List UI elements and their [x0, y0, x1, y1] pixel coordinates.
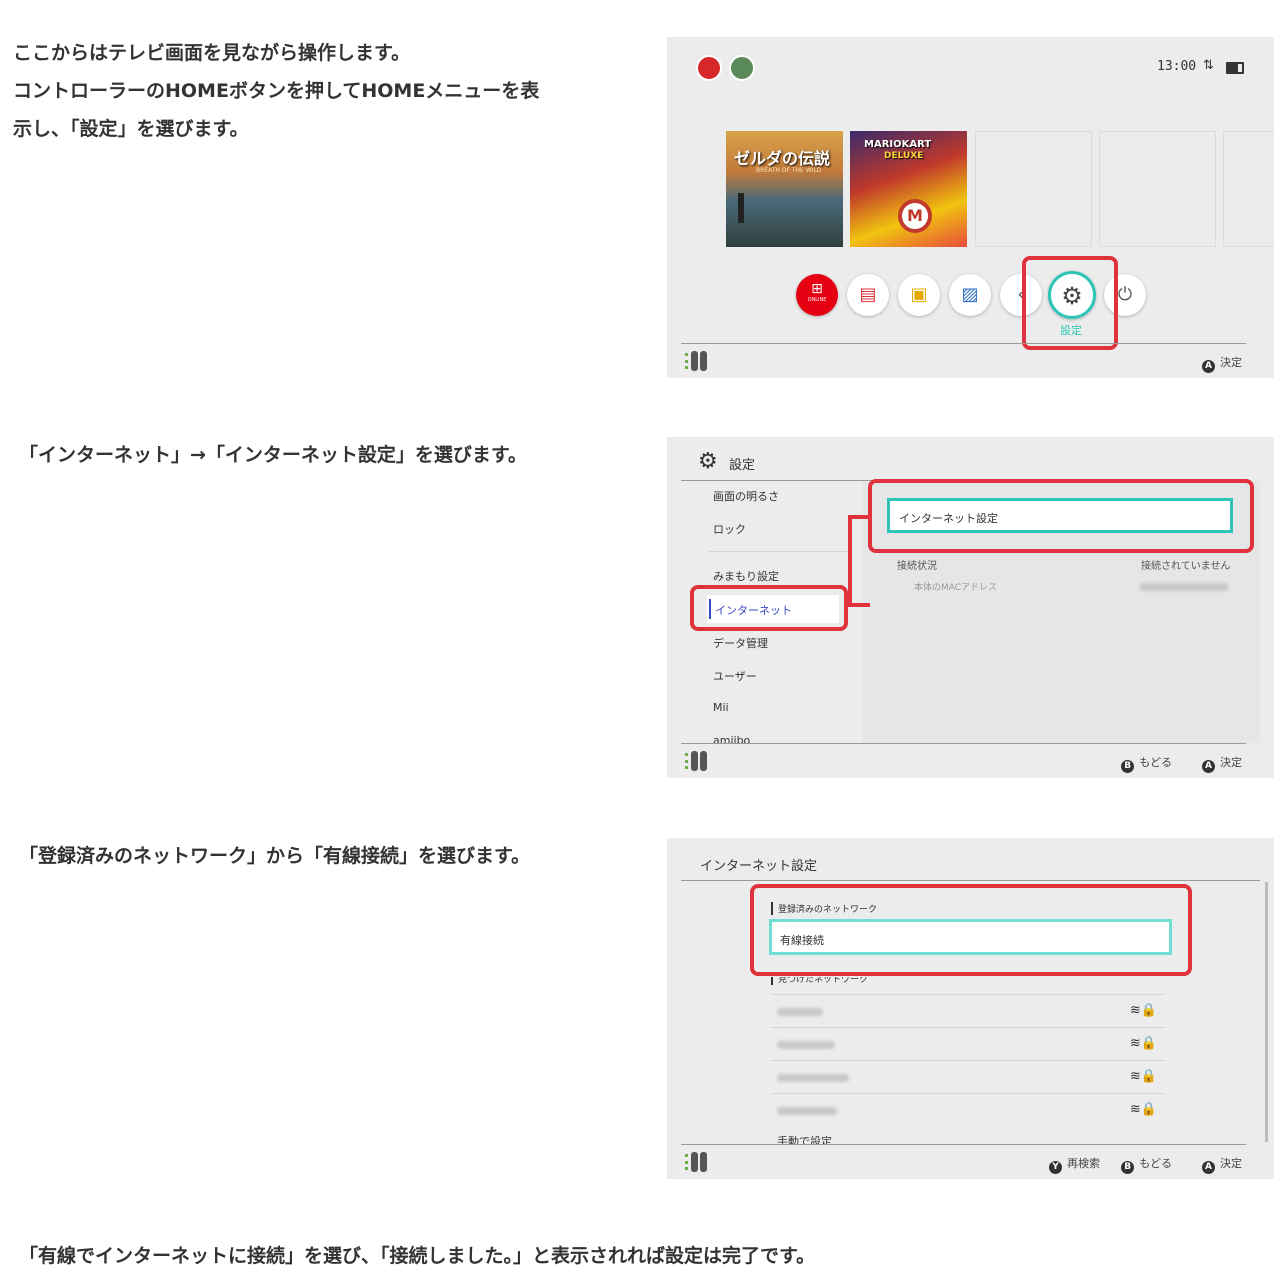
game-tile-zelda[interactable]: ゼルダの伝説 BREATH OF THE WILD: [726, 131, 843, 247]
sidebar-item-users[interactable]: ユーザー: [713, 668, 757, 684]
highlight-internet-sidebar: [690, 585, 848, 631]
news-icon[interactable]: ▤: [847, 274, 889, 316]
album-icon[interactable]: ▨: [949, 274, 991, 316]
header-divider: [681, 880, 1260, 881]
hint-confirm: A 決定: [1202, 754, 1242, 773]
found-header: 見つけたネットワーク: [771, 977, 868, 985]
highlight-settings: [1022, 256, 1118, 350]
scrollbar[interactable]: [1265, 882, 1268, 1142]
joycon-icon: [685, 351, 709, 371]
sidebar-item-parental[interactable]: みまもり設定: [713, 568, 779, 584]
clock: 13:00: [1157, 59, 1197, 74]
b-button-icon: B: [1121, 760, 1135, 773]
status-label: 接続状況: [897, 561, 937, 572]
game-subtitle: DELUXE: [884, 151, 924, 161]
settings-title: 設定: [729, 458, 756, 473]
wifi-icon: ⇅: [1203, 58, 1214, 73]
highlight-wired-connection: [750, 884, 1192, 976]
sidebar-item-mii[interactable]: Mii: [713, 701, 729, 714]
status-value: 接続されていません: [1141, 561, 1231, 572]
home-menu-screenshot: 13:00 ⇅ ゼルダの伝説 BREATH OF THE WILD MARIOK…: [667, 37, 1274, 378]
empty-tile: [1223, 131, 1274, 247]
step2-instructions: 「インターネット」→「インターネット設定」を選びます。: [19, 444, 528, 466]
wifi-lock-icon: ≋🔒: [1129, 1036, 1157, 1051]
battery-icon: [1226, 62, 1244, 74]
b-button-icon: B: [1121, 1161, 1135, 1174]
sidebar-divider: [709, 551, 849, 552]
step4-instructions: 「有線でインターネットに接続」を選び、「接続しました。」と表示されれば設定は完了…: [19, 1245, 816, 1267]
network-row[interactable]: ≋🔒: [771, 1093, 1165, 1127]
settings-screenshot: ⚙ 設定 画面の明るさ ロック みまもり設定 インターネット データ管理 ユーザ…: [667, 437, 1274, 778]
internet-settings-screenshot: インターネット設定 登録済みのネットワーク 有線接続 見つけたネットワーク ≋🔒…: [667, 838, 1274, 1179]
nintendo-online-icon[interactable]: ⊞ ONLINE: [796, 274, 838, 316]
network-row[interactable]: ≋🔒: [771, 1060, 1165, 1094]
mac-label: 本体のMACアドレス: [914, 583, 998, 593]
game-title: ゼルダの伝説: [734, 149, 831, 168]
hint-back: B もどる: [1121, 1155, 1172, 1174]
step1-line: ここからはテレビ画面を見ながら操作します。: [13, 42, 411, 64]
wifi-lock-icon: ≋🔒: [1129, 1003, 1157, 1018]
sidebar-item-brightness[interactable]: 画面の明るさ: [713, 488, 779, 504]
hint-confirm: A 決定: [1202, 354, 1242, 373]
user-avatar-link[interactable]: [729, 55, 755, 81]
empty-tile: [975, 131, 1092, 247]
settings-gear-icon: ⚙: [698, 449, 718, 474]
wifi-lock-icon: ≋🔒: [1129, 1102, 1157, 1117]
hint-research: Y 再検索: [1049, 1155, 1100, 1174]
mac-value-blurred: [1139, 583, 1229, 591]
game-subtitle: BREATH OF THE WILD: [756, 167, 822, 174]
game-tile-mariokart[interactable]: MARIOKART DELUXE M: [850, 131, 967, 247]
y-button-icon: Y: [1049, 1161, 1062, 1174]
hint-back: B もどる: [1121, 754, 1172, 773]
internet-footer: Y 再検索 B もどる A 決定: [681, 1144, 1246, 1179]
a-button-icon: A: [1202, 1161, 1215, 1174]
step1-line: 示し、「設定」を選びます。: [13, 118, 249, 140]
wifi-lock-icon: ≋🔒: [1129, 1069, 1157, 1084]
settings-footer: B もどる A 決定: [681, 743, 1246, 778]
network-row[interactable]: ≋🔒: [771, 994, 1165, 1028]
hint-confirm: A 決定: [1202, 1155, 1242, 1174]
sidebar-item-lock[interactable]: ロック: [713, 521, 746, 537]
a-button-icon: A: [1202, 760, 1215, 773]
step3-instructions: 「登録済みのネットワーク」から「有線接続」を選びます。: [19, 845, 531, 867]
game-title: MARIOKART: [864, 139, 932, 150]
a-button-icon: A: [1202, 360, 1215, 373]
online-label: ONLINE: [807, 297, 827, 303]
highlight-internet-settings: [868, 479, 1254, 553]
eshop-icon[interactable]: ▣: [898, 274, 940, 316]
home-footer: A 決定: [681, 343, 1246, 378]
joycon-icon: [685, 751, 709, 771]
step1-line: コントローラーのHOMEボタンを押してHOMEメニューを表: [13, 80, 540, 102]
joycon-icon: [685, 1152, 709, 1172]
empty-tile: [1099, 131, 1216, 247]
internet-title: インターネット設定: [700, 859, 818, 874]
user-avatar-mario[interactable]: [696, 55, 722, 81]
connector-line: [848, 515, 870, 607]
network-row[interactable]: ≋🔒: [771, 1027, 1165, 1061]
step1-instructions: ここからはテレビ画面を見ながら操作します。 コントローラーのHOMEボタンを押し…: [13, 34, 539, 148]
sidebar-item-data[interactable]: データ管理: [713, 635, 768, 651]
